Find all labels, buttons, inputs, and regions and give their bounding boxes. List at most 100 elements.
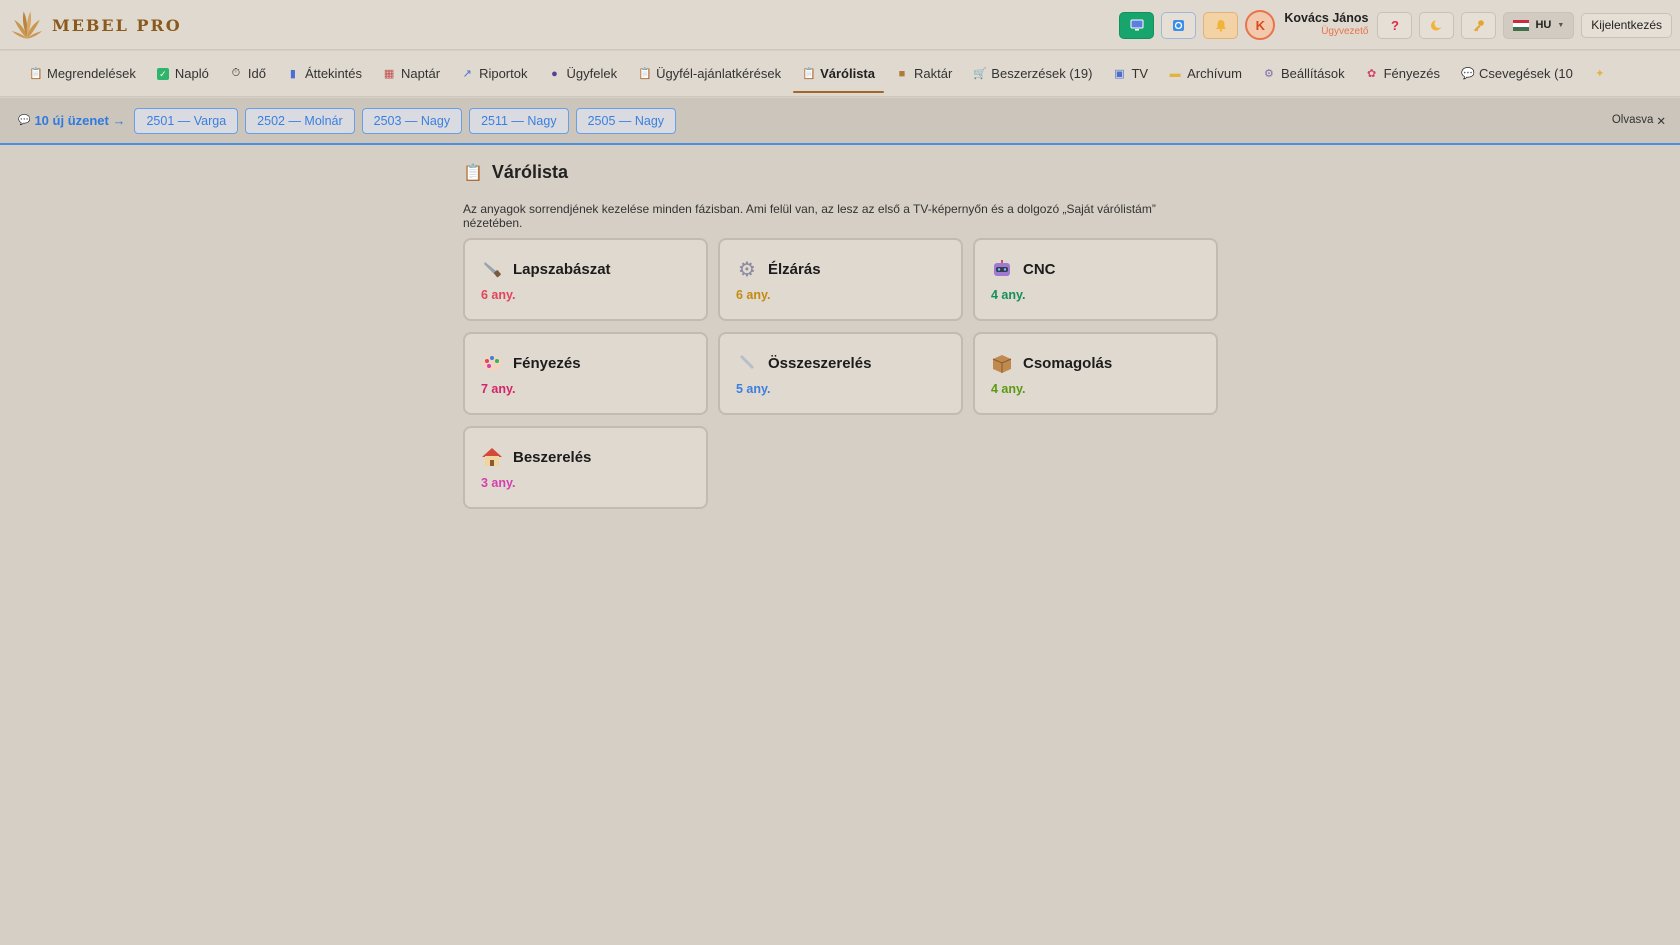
phase-card-cnc[interactable]: CNC 4 any. <box>973 238 1218 321</box>
phase-count: 6 any. <box>481 288 516 302</box>
phase-card-lapszabaszat[interactable]: Lapszabászat 6 any. <box>463 238 708 321</box>
nav-item-riportok[interactable]: ↗ Riportok <box>452 59 536 89</box>
leaf-logo-icon <box>11 11 43 39</box>
chevron-down-icon: ▼ <box>1557 21 1565 29</box>
nav-label: Áttekintés <box>304 66 363 81</box>
nav-item-attekintes[interactable]: ▮ Áttekintés <box>278 59 371 89</box>
nav-label: Ügyfél-ajánlatkérések <box>656 66 782 81</box>
phase-card-csomagolas[interactable]: Csomagolás 4 any. <box>973 332 1218 415</box>
new-messages-link[interactable]: 💬 10 új üzenet → <box>18 113 125 128</box>
phase-grid: Lapszabászat 6 any. ⚙ Élzárás 6 any. CNC… <box>463 238 1218 509</box>
message-chip[interactable]: 2502 — Molnár <box>245 107 355 134</box>
nav-label: Riportok <box>479 66 528 81</box>
help-button[interactable]: ? <box>1377 11 1413 39</box>
clipboard-icon: 📋 <box>463 164 483 182</box>
phase-name: Beszerelés <box>513 448 592 466</box>
phase-card-fenyezes[interactable]: Fényezés 7 any. <box>463 332 708 415</box>
phase-count: 5 any. <box>736 382 771 396</box>
notifications-button[interactable] <box>1203 11 1239 39</box>
mark-read-label: Olvasva <box>1611 114 1654 126</box>
phase-count: 7 any. <box>481 382 516 396</box>
close-icon: ✕ <box>1656 116 1666 128</box>
nav-item-beszerzesek[interactable]: 🛒 Beszerzések (19) <box>964 59 1101 89</box>
brand-name: MEBEL PRO <box>52 15 182 35</box>
phase-count: 4 any. <box>991 288 1026 302</box>
key-icon <box>1474 19 1485 31</box>
nav-label: TV <box>1131 66 1149 81</box>
monitor-icon <box>1130 19 1144 31</box>
phase-name: Összeszerelés <box>768 354 872 372</box>
nav-label: Ügyfelek <box>566 66 618 81</box>
phase-count: 6 any. <box>736 288 771 302</box>
nav-label: Beállítások <box>1280 66 1345 81</box>
nav-item-ugyfel-ajanlatkeresek[interactable]: 📋 Ügyfél-ajánlatkérések <box>629 59 790 89</box>
nav-item-archivum[interactable]: ▬ Archívum <box>1160 59 1251 89</box>
user-info[interactable]: Kovács János Ügyvezető <box>1284 12 1368 38</box>
nav-item-overflow[interactable]: ✦ <box>1585 59 1615 89</box>
phase-name: Élzárás <box>768 260 821 278</box>
question-icon: ? <box>1390 17 1399 33</box>
package-icon <box>991 352 1013 374</box>
new-messages-bar: 💬 10 új üzenet → 2501 — Varga 2502 — Mol… <box>0 98 1680 145</box>
gear-icon: ⚙ <box>738 258 756 281</box>
clipboard-icon: 📋 <box>29 68 43 80</box>
nav-label: Raktár <box>914 66 953 81</box>
main-nav: 📋 Megrendelések ✓ Napló ⏱ Idő ▮ Áttekint… <box>0 51 1680 97</box>
nav-label: Várólista <box>820 66 875 81</box>
users-icon: ● <box>551 67 558 80</box>
lightbulb-icon: ✦ <box>1595 68 1605 80</box>
tv-icon: ▣ <box>1114 68 1125 80</box>
bell-icon <box>1215 19 1226 32</box>
top-bar: MEBEL PRO K Kovács János Ügyvezető ? HU … <box>0 0 1680 50</box>
nav-item-fenyezes[interactable]: ✿ Fényezés <box>1357 59 1449 89</box>
message-chip[interactable]: 2501 — Varga <box>134 107 239 134</box>
nav-item-tv[interactable]: ▣ TV <box>1104 59 1157 89</box>
nav-item-naplo[interactable]: ✓ Napló <box>148 59 218 89</box>
message-chip[interactable]: 2511 — Nagy <box>469 107 569 134</box>
settings-key-button[interactable] <box>1461 11 1497 39</box>
logout-button[interactable]: Kijelentkezés <box>1581 12 1672 38</box>
nav-item-beallitasok[interactable]: ⚙ Beállítások <box>1254 59 1354 89</box>
folder-icon: ▬ <box>1169 67 1181 80</box>
palette-icon: ✿ <box>1366 68 1377 80</box>
screen-button[interactable] <box>1119 11 1155 39</box>
theme-button[interactable] <box>1419 11 1455 39</box>
message-chip[interactable]: 2503 — Nagy <box>361 107 463 134</box>
phase-name: Fényezés <box>513 354 581 372</box>
refresh-button[interactable] <box>1161 11 1197 39</box>
nav-label: Beszerzések (19) <box>991 66 1093 81</box>
mark-read-button[interactable]: Olvasva ✕ <box>1612 114 1666 128</box>
language-code: HU <box>1535 19 1552 31</box>
language-selector[interactable]: HU ▼ <box>1503 11 1575 39</box>
user-role: Ügyvezető <box>1321 26 1369 37</box>
message-chip[interactable]: 2505 — Nagy <box>575 107 677 134</box>
main-content: 📋 Várólista Az anyagok sorrendjének keze… <box>463 162 1218 509</box>
phase-name: Lapszabászat <box>513 260 611 278</box>
nav-label: Archívum <box>1187 66 1242 81</box>
nav-label: Csevegések (10 <box>1478 66 1573 81</box>
house-icon <box>481 446 503 468</box>
header-actions: K Kovács János Ügyvezető ? HU ▼ Kijelent… <box>1119 10 1672 40</box>
saw-icon <box>481 258 503 280</box>
refresh-icon <box>1173 19 1185 31</box>
wrench-icon <box>736 352 758 374</box>
phase-name: CNC <box>1023 260 1056 278</box>
nav-item-csevegesek[interactable]: 💬 Csevegések (10 <box>1452 59 1582 89</box>
avatar[interactable]: K <box>1245 10 1276 40</box>
nav-item-raktar[interactable]: ■ Raktár <box>887 59 961 89</box>
page-description: Az anyagok sorrendjének kezelése minden … <box>463 202 1156 230</box>
nav-item-varolista[interactable]: 📋 Várólista <box>793 59 884 93</box>
phase-card-elzaras[interactable]: ⚙ Élzárás 6 any. <box>718 238 963 321</box>
phase-name: Csomagolás <box>1023 354 1113 372</box>
phase-card-beszereles[interactable]: Beszerelés 3 any. <box>463 426 708 509</box>
phase-card-osszeszereles[interactable]: Összeszerelés 5 any. <box>718 332 963 415</box>
hungary-flag-icon <box>1513 19 1530 31</box>
nav-label: Napló <box>174 66 209 81</box>
nav-item-ugyfelek[interactable]: ● Ügyfelek <box>539 59 626 89</box>
brand-logo[interactable]: MEBEL PRO <box>10 8 182 42</box>
bar-chart-icon: ▮ <box>289 68 296 80</box>
phase-count: 3 any. <box>481 476 516 490</box>
nav-item-naptar[interactable]: ▦ Naptár <box>374 59 449 89</box>
nav-item-ido[interactable]: ⏱ Idő <box>221 59 275 89</box>
nav-item-megrendelesek[interactable]: 📋 Megrendelések <box>20 59 145 89</box>
